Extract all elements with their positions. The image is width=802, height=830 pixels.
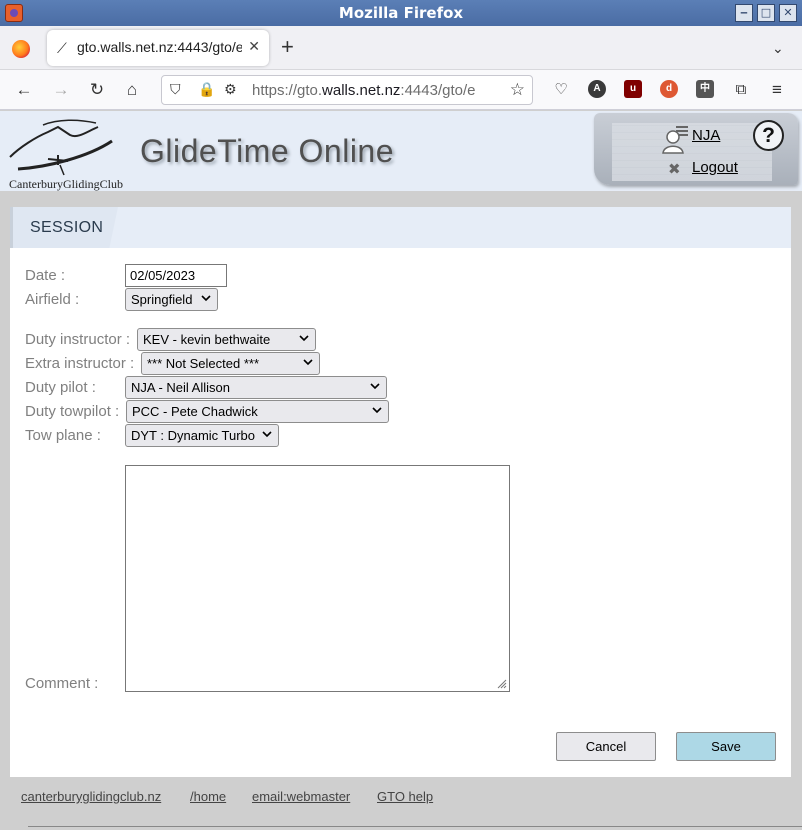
chevron-down-icon: [370, 383, 380, 390]
duty-towpilot-select[interactable]: PCC - Pete Chadwick: [126, 400, 389, 423]
session-panel: SESSION Date : 02/05/2023 Airfield : Spr…: [10, 207, 791, 777]
duty-instructor-value: KEV - kevin bethwaite: [143, 332, 271, 347]
list-tabs-chevron-icon[interactable]: ⌄: [772, 40, 784, 57]
duty-instructor-select[interactable]: KEV - kevin bethwaite: [137, 328, 316, 351]
home-icon[interactable]: ⌂: [120, 78, 144, 102]
user-icon: [662, 126, 688, 154]
date-input[interactable]: 02/05/2023: [125, 264, 227, 287]
airfield-value: Springfield: [131, 292, 193, 307]
footer-link-club[interactable]: canterburyglidingclub.nz: [21, 789, 161, 804]
save-button[interactable]: Save: [676, 732, 776, 761]
url-bar[interactable]: ⛉ 🔒 ⚙ https://gto.walls.net.nz:4443/gto/…: [161, 75, 533, 105]
pocket-icon[interactable]: ♡: [549, 78, 573, 102]
chevron-down-icon: [262, 431, 272, 438]
permissions-icon[interactable]: ⚙: [224, 81, 237, 98]
airfield-label: Airfield :: [25, 291, 80, 308]
forward-arrow-icon[interactable]: →: [49, 78, 73, 102]
bookmark-star-icon[interactable]: ☆: [510, 80, 525, 100]
help-button[interactable]: ?: [753, 120, 784, 151]
glider-favicon-icon: ⟋: [57, 40, 67, 56]
comment-label: Comment :: [25, 675, 99, 692]
reload-icon[interactable]: ↻: [85, 78, 109, 102]
shield-icon[interactable]: ⛉: [170, 81, 181, 98]
duty-pilot-label: Duty pilot :: [25, 379, 96, 396]
hamburger-menu-icon[interactable]: ≡: [765, 78, 789, 102]
chevron-down-icon: [299, 335, 309, 342]
duckduckgo-icon[interactable]: d: [660, 80, 678, 98]
user-name-link[interactable]: NJA: [692, 127, 720, 144]
maximize-button[interactable]: □: [757, 4, 775, 22]
nav-bar: ← → ↻ ⌂ ⛉ 🔒 ⚙ https://gto.walls.net.nz:4…: [0, 70, 802, 110]
window-titlebar: Mozilla Firefox ‒ □ ✕: [0, 0, 802, 26]
window-title: Mozilla Firefox: [338, 4, 464, 22]
extra-instructor-label: Extra instructor :: [25, 355, 135, 372]
logout-link[interactable]: Logout: [692, 159, 738, 176]
extensions-puzzle-icon[interactable]: ⧉: [729, 78, 753, 102]
tab-title: gto.walls.net.nz:4443/gto/e: [77, 39, 242, 55]
tow-plane-value: DYT : Dynamic Turbo: [131, 428, 256, 443]
firefox-app-icon: [5, 4, 23, 22]
footer-link-home[interactable]: /home: [190, 789, 226, 804]
extension-a-icon[interactable]: A: [588, 80, 606, 98]
comment-textarea[interactable]: [125, 465, 510, 692]
logo-text: CanterburyGlidingClub: [9, 177, 123, 191]
resize-grip-icon[interactable]: [497, 679, 507, 689]
firefox-view-icon[interactable]: [12, 40, 30, 58]
tow-plane-label: Tow plane :: [25, 427, 101, 444]
bottom-divider: [28, 826, 802, 827]
new-tab-button[interactable]: +: [281, 36, 294, 58]
extra-instructor-select[interactable]: *** Not Selected ***: [141, 352, 320, 375]
minimize-button[interactable]: ‒: [735, 4, 753, 22]
tab-gto[interactable]: ⟋ gto.walls.net.nz:4443/gto/e ✕: [47, 30, 269, 66]
tow-plane-select[interactable]: DYT : Dynamic Turbo: [125, 424, 279, 447]
logout-x-icon: ✖: [668, 161, 681, 178]
duty-towpilot-value: PCC - Pete Chadwick: [132, 404, 258, 419]
ublock-icon[interactable]: u: [624, 80, 642, 98]
site-title: GlideTime Online: [140, 133, 395, 169]
back-arrow-icon[interactable]: ←: [12, 78, 36, 102]
footer-link-webmaster[interactable]: email:webmaster: [252, 789, 350, 804]
translate-extension-icon[interactable]: 中: [696, 80, 714, 98]
chevron-down-icon: [372, 407, 382, 414]
footer-link-help[interactable]: GTO help: [377, 789, 433, 804]
close-tab-icon[interactable]: ✕: [248, 38, 260, 55]
cancel-button[interactable]: Cancel: [556, 732, 656, 761]
airfield-select[interactable]: Springfield: [125, 288, 218, 311]
url-text[interactable]: https://gto.walls.net.nz:4443/gto/e: [252, 82, 504, 99]
panel-title: SESSION: [30, 219, 104, 236]
duty-pilot-value: NJA - Neil Allison: [131, 380, 230, 395]
extra-instructor-value: *** Not Selected ***: [147, 356, 260, 371]
lock-icon[interactable]: 🔒: [198, 81, 215, 98]
chevron-down-icon: [303, 359, 313, 366]
duty-towpilot-label: Duty towpilot :: [25, 403, 120, 420]
date-label: Date :: [25, 267, 66, 284]
panel-header: SESSION: [10, 207, 791, 248]
chevron-down-icon: [201, 295, 211, 302]
close-window-button[interactable]: ✕: [779, 4, 797, 22]
duty-pilot-select[interactable]: NJA - Neil Allison: [125, 376, 387, 399]
duty-instructor-label: Duty instructor :: [25, 331, 131, 348]
canterbury-gliding-club-logo: [9, 119, 113, 176]
